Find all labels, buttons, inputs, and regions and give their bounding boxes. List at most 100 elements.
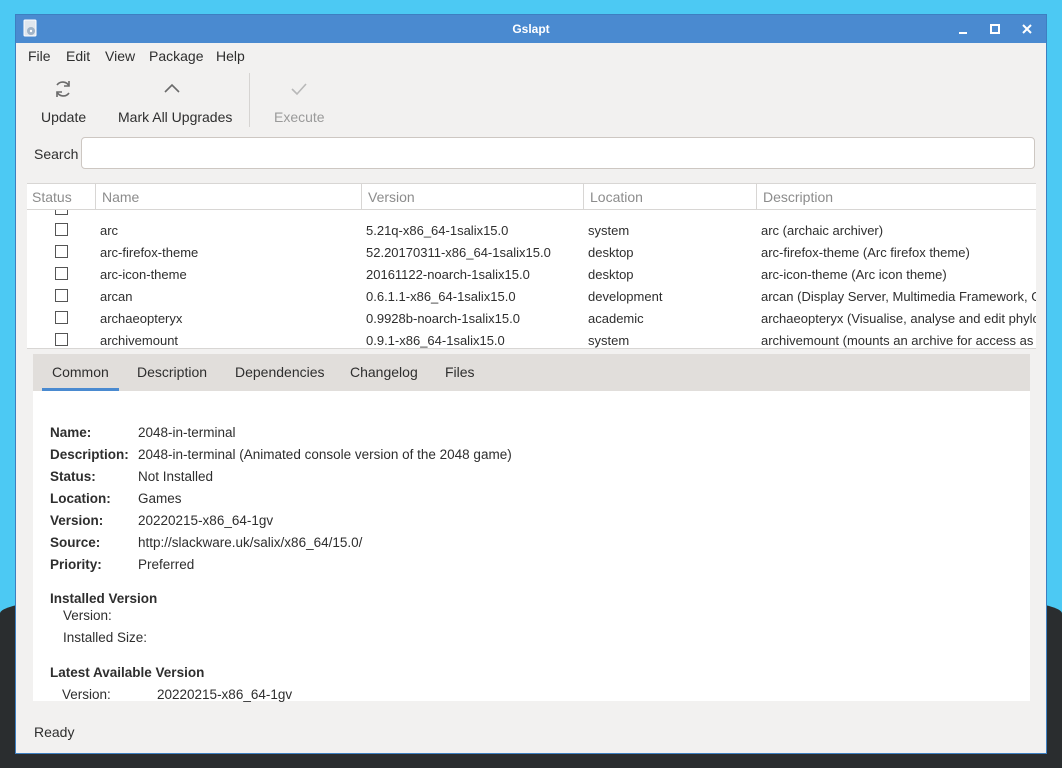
package-version: 52.20170311-x86_64-1salix15.0 bbox=[366, 245, 551, 260]
column-status[interactable]: Status bbox=[32, 189, 72, 205]
package-version: 5.21q-x86_64-1salix15.0 bbox=[366, 223, 509, 238]
package-description: archivemount (mounts an archive for acce… bbox=[761, 333, 1036, 348]
package-version: 0.9928b-noarch-1salix15.0 bbox=[366, 311, 520, 326]
update-button[interactable]: Update bbox=[41, 77, 87, 137]
package-version: 0.6.1.1-x86_64-1salix15.0 bbox=[366, 289, 516, 304]
toolbar-separator bbox=[249, 73, 250, 127]
version-label: Version: bbox=[50, 513, 104, 528]
status-bar: Ready bbox=[34, 724, 75, 740]
menu-view[interactable]: View bbox=[105, 48, 135, 64]
minimize-icon[interactable] bbox=[954, 20, 972, 38]
table-row[interactable]: arc-firefox-theme 52.20170311-x86_64-1sa… bbox=[27, 241, 1036, 263]
package-description: arc (archaic archiver) bbox=[761, 223, 884, 238]
table-row[interactable]: archaeopteryx 0.9928b-noarch-1salix15.0 … bbox=[27, 307, 1036, 329]
package-location: academic bbox=[588, 311, 644, 326]
package-description: arcan (Display Server, Multimedia Framew… bbox=[761, 289, 1036, 304]
search-label: Search bbox=[34, 146, 79, 162]
table-row[interactable]: arc 5.21q-x86_64-1salix15.0 system arc (… bbox=[27, 219, 1036, 241]
location-value: Games bbox=[138, 491, 182, 506]
execute-button[interactable]: Execute bbox=[274, 77, 325, 137]
menu-edit[interactable]: Edit bbox=[66, 48, 90, 64]
table-header: Status Name Version Location Description bbox=[27, 184, 1036, 210]
close-icon[interactable] bbox=[1018, 20, 1036, 38]
location-label: Location: bbox=[50, 491, 111, 506]
package-name: archivemount bbox=[100, 333, 179, 348]
package-name: arc-firefox-theme bbox=[100, 245, 199, 260]
package-location: system bbox=[588, 333, 630, 348]
installed-version-heading: Installed Version bbox=[50, 591, 158, 606]
tab-files[interactable]: Files bbox=[435, 354, 485, 389]
source-label: Source: bbox=[50, 535, 101, 550]
column-version[interactable]: Version bbox=[368, 189, 415, 205]
package-name: arc bbox=[100, 223, 119, 238]
tab-bar: Common Description Dependencies Changelo… bbox=[33, 354, 1030, 391]
latest-version-value: 20220215-x86_64-1gv bbox=[157, 687, 293, 702]
status-checkbox[interactable] bbox=[55, 289, 68, 302]
menu-bar: File Edit View Package Help bbox=[16, 43, 1046, 69]
priority-value: Preferred bbox=[138, 557, 195, 572]
column-divider bbox=[95, 184, 96, 209]
update-label: Update bbox=[41, 109, 87, 125]
tab-description[interactable]: Description bbox=[127, 354, 217, 389]
menu-file[interactable]: File bbox=[28, 48, 51, 64]
column-divider bbox=[756, 184, 757, 209]
mark-all-upgrades-button[interactable]: Mark All Upgrades bbox=[118, 77, 233, 137]
column-divider bbox=[361, 184, 362, 209]
package-version: 0.9.1-x86_64-1salix15.0 bbox=[366, 333, 505, 348]
latest-version-label: Version: bbox=[62, 687, 111, 702]
mark-all-label: Mark All Upgrades bbox=[118, 109, 233, 125]
chevron-up-icon bbox=[164, 83, 180, 93]
column-description[interactable]: Description bbox=[763, 189, 833, 205]
package-location: desktop bbox=[588, 267, 634, 282]
checkmark-icon bbox=[291, 83, 307, 96]
status-checkbox[interactable] bbox=[55, 333, 68, 346]
tab-changelog[interactable]: Changelog bbox=[340, 354, 428, 389]
package-table: Status Name Version Location Description… bbox=[27, 183, 1036, 349]
status-checkbox[interactable] bbox=[55, 311, 68, 324]
table-row[interactable]: archivemount 0.9.1-x86_64-1salix15.0 sys… bbox=[27, 329, 1036, 348]
tab-common[interactable]: Common bbox=[42, 354, 119, 391]
package-location: system bbox=[588, 223, 630, 238]
maximize-icon[interactable] bbox=[986, 20, 1004, 38]
version-value: 20220215-x86_64-1gv bbox=[138, 513, 274, 528]
title-bar[interactable]: Gslapt bbox=[16, 15, 1046, 43]
details-notebook: Common Description Dependencies Changelo… bbox=[33, 354, 1030, 702]
column-location[interactable]: Location bbox=[590, 189, 643, 205]
package-name: arc-icon-theme bbox=[100, 267, 187, 282]
table-row[interactable]: arc-icon-theme 20161122-noarch-1salix15.… bbox=[27, 263, 1036, 285]
package-name: arcan bbox=[100, 289, 133, 304]
status-checkbox[interactable] bbox=[55, 245, 68, 258]
installed-version-label: Version: bbox=[63, 608, 112, 623]
status-checkbox[interactable] bbox=[55, 267, 68, 280]
source-value: http://slackware.uk/salix/x86_64/15.0/ bbox=[138, 535, 363, 550]
column-name[interactable]: Name bbox=[102, 189, 139, 205]
refresh-icon bbox=[56, 81, 70, 97]
name-label: Name: bbox=[50, 425, 92, 440]
description-label: Description: bbox=[50, 447, 129, 462]
search-input[interactable] bbox=[81, 137, 1035, 169]
package-description: arc-icon-theme (Arc icon theme) bbox=[761, 267, 947, 282]
execute-label: Execute bbox=[274, 109, 325, 125]
package-name: archaeopteryx bbox=[100, 311, 183, 326]
column-divider bbox=[583, 184, 584, 209]
latest-version-heading: Latest Available Version bbox=[50, 665, 205, 680]
status-checkbox[interactable] bbox=[55, 223, 68, 236]
menu-help[interactable]: Help bbox=[216, 48, 245, 64]
table-row[interactable]: arcan 0.6.1.1-x86_64-1salix15.0 developm… bbox=[27, 285, 1036, 307]
name-value: 2048-in-terminal bbox=[138, 425, 236, 440]
package-location: desktop bbox=[588, 245, 634, 260]
package-description: arc-firefox-theme (Arc firefox theme) bbox=[761, 245, 970, 260]
app-window: Gslapt File Edit View Package Help Updat… bbox=[15, 14, 1047, 754]
package-location: development bbox=[588, 289, 663, 304]
toolbar: Update Mark All Upgrades Execute bbox=[16, 69, 1046, 141]
status-value: Not Installed bbox=[138, 469, 214, 484]
installed-size-label: Installed Size: bbox=[63, 630, 148, 645]
menu-package[interactable]: Package bbox=[149, 48, 203, 64]
tab-dependencies[interactable]: Dependencies bbox=[225, 354, 335, 389]
package-description: archaeopteryx (Visualise, analyse and ed… bbox=[761, 311, 1036, 326]
priority-label: Priority: bbox=[50, 557, 102, 572]
description-value: 2048-in-terminal (Animated console versi… bbox=[138, 447, 512, 462]
status-label: Status: bbox=[50, 469, 96, 484]
window-title: Gslapt bbox=[512, 22, 550, 36]
package-version: 20161122-noarch-1salix15.0 bbox=[366, 267, 530, 282]
